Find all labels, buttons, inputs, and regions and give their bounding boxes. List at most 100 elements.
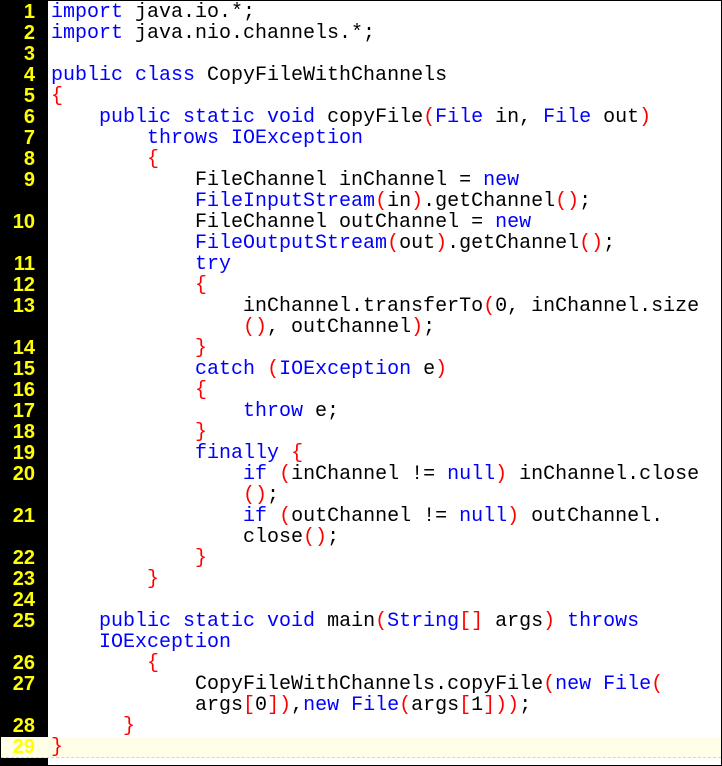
line-number: 18 bbox=[12, 421, 35, 443]
code-text: if (outChannel != null) outChannel. bbox=[51, 506, 663, 527]
bracket-token: ( bbox=[387, 232, 400, 255]
keyword-token: if bbox=[243, 463, 268, 486]
current-code-line[interactable]: 29} bbox=[1, 737, 721, 758]
bracket-token: { bbox=[51, 85, 64, 108]
bracket-token: ) bbox=[543, 610, 556, 633]
code-line[interactable]: 26 { bbox=[1, 652, 721, 675]
code-line[interactable]: 3 bbox=[1, 44, 721, 65]
code-line[interactable]: 17 throw e; bbox=[1, 400, 721, 423]
code-line[interactable]: 25 public static void main(String[] args… bbox=[1, 610, 721, 633]
bracket-token: ])) bbox=[483, 694, 520, 717]
code-line[interactable]: 2 import java.nio.channels.*; bbox=[1, 23, 721, 45]
code-text: } bbox=[51, 569, 159, 590]
code-line[interactable]: 13 inChannel.transferTo(0, inChannel.siz… bbox=[1, 295, 721, 318]
code-text: { bbox=[51, 275, 207, 296]
keyword-token: File bbox=[435, 106, 484, 129]
code-line[interactable]: FileOutputStream(out).getChannel(); bbox=[1, 233, 721, 254]
code-line[interactable]: 10 FileChannel outChannel = new bbox=[1, 212, 721, 234]
code-line[interactable]: args[0]),new File(args[1])); bbox=[1, 695, 721, 716]
code-line[interactable]: 18 } bbox=[1, 421, 721, 444]
code-text: args[0]),new File(args[1])); bbox=[51, 695, 531, 716]
bracket-token: ) bbox=[435, 232, 448, 255]
bracket-token: ) bbox=[639, 106, 652, 129]
line-number: 25 bbox=[12, 610, 35, 632]
bracket-token: ( bbox=[375, 190, 388, 213]
code-line[interactable]: 8 { bbox=[1, 148, 721, 171]
text-token: , bbox=[291, 694, 304, 717]
code-line[interactable]: (); bbox=[1, 485, 721, 506]
keyword-token: throws IOException bbox=[147, 127, 364, 150]
line-number: 24 bbox=[12, 589, 35, 611]
code-line[interactable]: 24 bbox=[1, 590, 721, 611]
text-token: e; bbox=[303, 400, 340, 423]
keyword-token: FileInputStream bbox=[195, 190, 376, 213]
code-line[interactable]: 14 } bbox=[1, 338, 721, 360]
bracket-token: () bbox=[243, 316, 268, 339]
code-line[interactable]: 4 public class CopyFileWithChannels bbox=[1, 65, 721, 87]
bracket-token: ( bbox=[423, 106, 436, 129]
text-token: FileChannel inChannel = bbox=[51, 169, 484, 192]
code-line[interactable]: 20 if (inChannel != null) inChannel.clos… bbox=[1, 464, 721, 486]
code-text: } bbox=[51, 338, 207, 359]
code-line[interactable]: 28 } bbox=[1, 716, 721, 738]
keyword-token: new File bbox=[303, 694, 400, 717]
code-line[interactable]: close(); bbox=[1, 527, 721, 548]
bracket-token: () bbox=[555, 190, 580, 213]
code-line[interactable]: 7 throws IOException bbox=[1, 127, 721, 150]
code-line[interactable]: 22 } bbox=[1, 547, 721, 570]
code-text: } bbox=[51, 422, 207, 443]
code-line[interactable]: 19 finally { bbox=[1, 442, 721, 465]
code-line[interactable]: 6 public static void copyFile(File in, F… bbox=[1, 106, 721, 129]
code-line[interactable]: (), outChannel); bbox=[1, 317, 721, 338]
code-line[interactable]: 12 { bbox=[1, 275, 721, 297]
keyword-token: try bbox=[195, 253, 232, 276]
text-token: inChannel.transferTo bbox=[51, 295, 484, 318]
keyword-token: new File bbox=[555, 673, 652, 696]
code-line[interactable]: 11 try bbox=[1, 253, 721, 276]
text-token: .getChannel bbox=[423, 190, 556, 213]
line-number: 22 bbox=[12, 547, 35, 569]
line-number: 19 bbox=[12, 442, 35, 464]
bracket-token: ) bbox=[495, 463, 508, 486]
code-line[interactable]: FileInputStream(in).getChannel(); bbox=[1, 191, 721, 212]
text-token: ; bbox=[267, 484, 280, 507]
line-number: 3 bbox=[23, 43, 35, 65]
code-line[interactable]: 9 FileChannel inChannel = new bbox=[1, 169, 721, 192]
bracket-token: ( bbox=[279, 505, 292, 528]
text-token: ; bbox=[423, 316, 436, 339]
text-token: in, bbox=[483, 106, 544, 129]
code-line[interactable]: 21 if (outChannel != null) outChannel. bbox=[1, 506, 721, 528]
code-area[interactable]: 1 import java.io.*; 2 import java.nio.chann… bbox=[1, 2, 721, 758]
bracket-token: ( bbox=[651, 673, 664, 696]
text-token: copyFile bbox=[315, 106, 424, 129]
code-text: } bbox=[51, 716, 135, 737]
code-line[interactable]: 23 } bbox=[1, 569, 721, 591]
line-number: 11 bbox=[13, 253, 35, 275]
keyword-token: FileOutputStream bbox=[195, 232, 388, 255]
keyword-token: if bbox=[243, 505, 268, 528]
text-token: CopyFileWithChannels.copyFile bbox=[51, 673, 544, 696]
keyword-token: finally bbox=[195, 442, 280, 465]
code-line[interactable]: 16 { bbox=[1, 380, 721, 402]
bracket-token: { bbox=[291, 442, 304, 465]
text-token: outChannel != bbox=[291, 505, 460, 528]
text-token: args bbox=[411, 694, 460, 717]
code-text: if (inChannel != null) inChannel.close bbox=[51, 464, 699, 485]
code-editor[interactable]: 1 import java.io.*; 2 import java.nio.chann… bbox=[0, 0, 722, 766]
bracket-token: ) bbox=[411, 190, 424, 213]
code-line[interactable]: 5{ bbox=[1, 85, 721, 108]
code-line[interactable]: 27 CopyFileWithChannels.copyFile(new Fil… bbox=[1, 673, 721, 696]
code-line[interactable]: 15 catch (IOException e) bbox=[1, 358, 721, 381]
code-line[interactable]: IOException bbox=[1, 632, 721, 653]
bracket-token: { bbox=[147, 148, 160, 171]
code-line[interactable]: 1 import java.io.*; bbox=[1, 2, 721, 24]
